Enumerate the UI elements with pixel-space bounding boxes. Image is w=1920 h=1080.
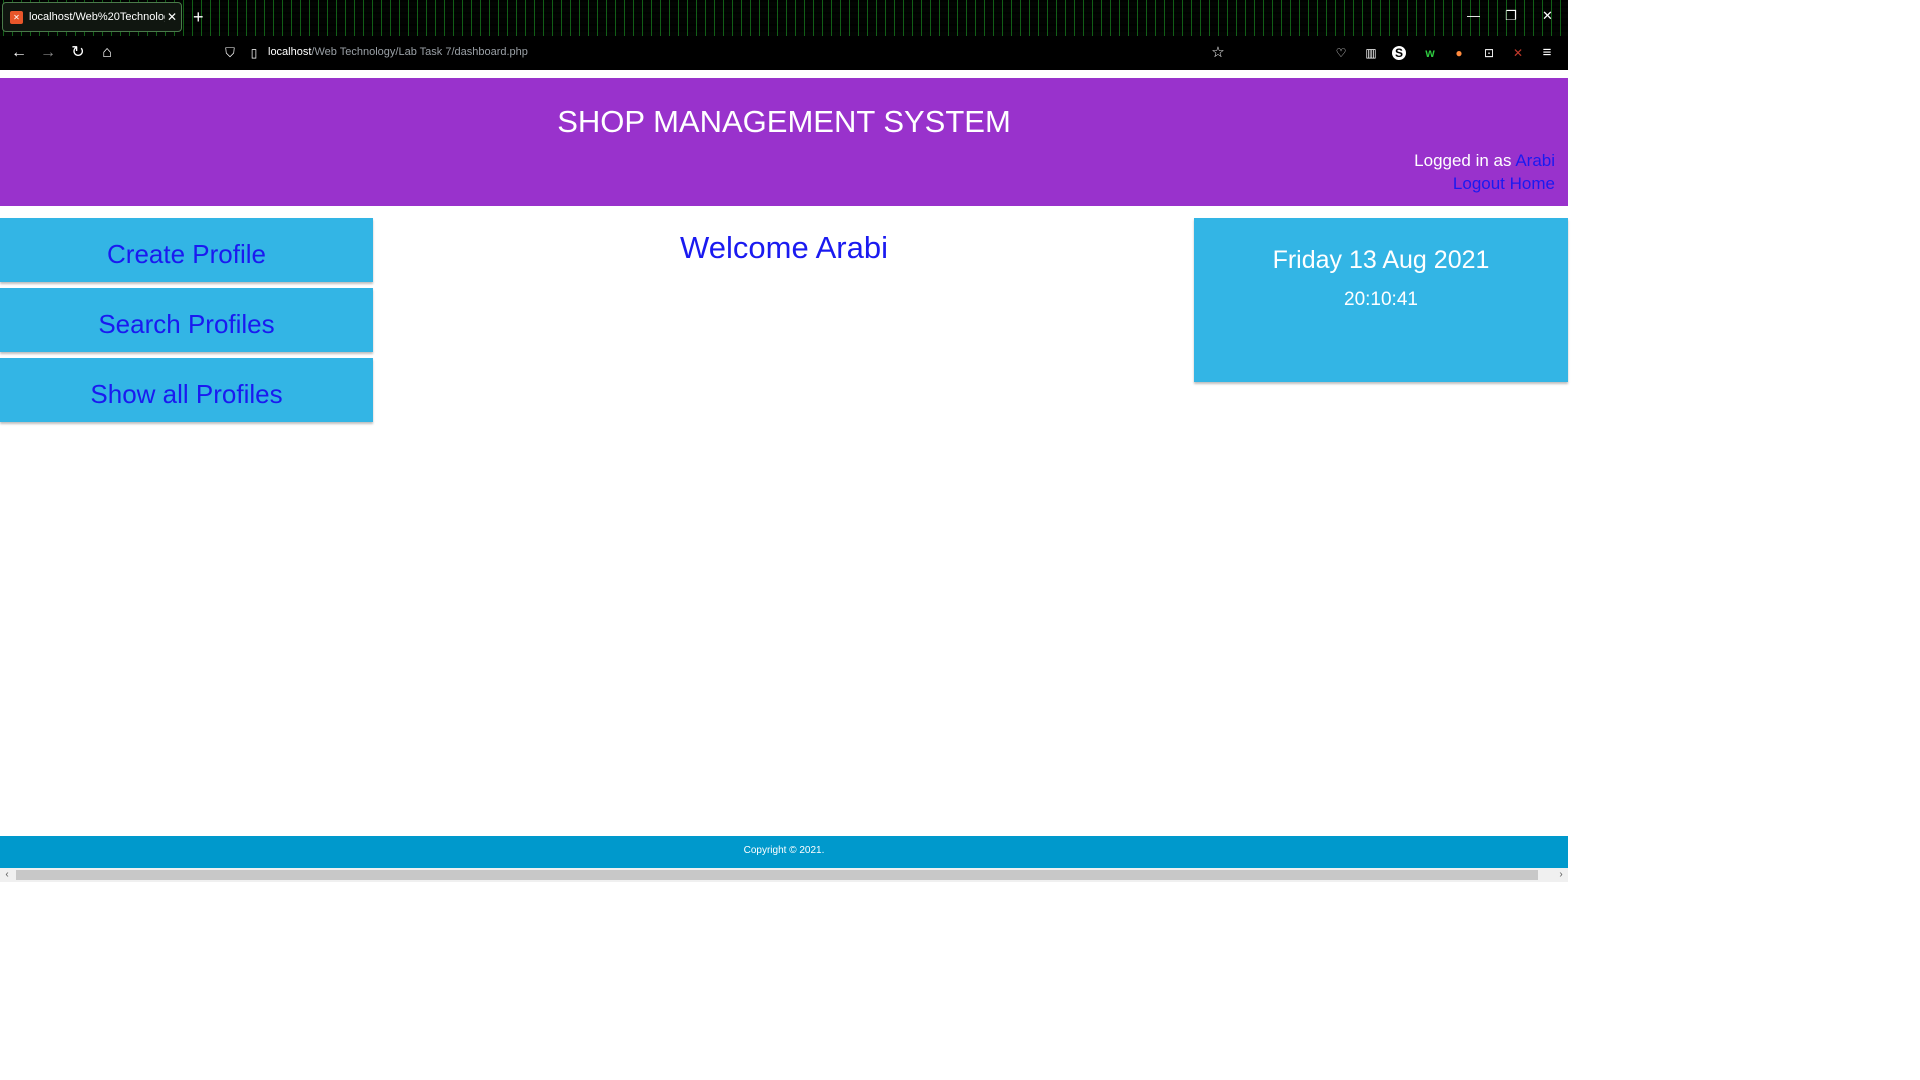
reader-view-icon[interactable]: ▥ [1362, 44, 1380, 62]
header-links: Logout Home [1414, 172, 1555, 195]
browser-tab[interactable]: ✕ localhost/Web%20Technology/Lab ✕ [2, 2, 182, 32]
login-info: Logged in as Arabi Logout Home [1414, 149, 1555, 195]
new-tab-icon[interactable]: + [193, 6, 204, 28]
horizontal-scrollbar[interactable]: ‹ › [0, 868, 1568, 882]
search-profiles-button[interactable]: Search Profiles [0, 288, 373, 352]
welcome-heading: Welcome Arabi [680, 230, 888, 265]
forward-icon[interactable]: → [38, 43, 58, 63]
address-bar[interactable]: ⛉ ▯ localhost/Web Technology/Lab Task 7/… [214, 40, 1244, 66]
site-header: SHOP MANAGEMENT SYSTEM Logged in as Arab… [0, 78, 1568, 206]
clock-date: Friday 13 Aug 2021 [1272, 246, 1490, 274]
url-host: localhost [268, 46, 312, 58]
create-profile-button[interactable]: Create Profile [0, 218, 373, 282]
show-all-profiles-button[interactable]: Show all Profiles [0, 358, 373, 422]
page-icon: ▯ [250, 46, 258, 60]
browser-toolbar: ← → ↻ ⌂ ⛉ ▯ localhost/Web Technology/Lab… [0, 36, 1568, 70]
clock-panel: Friday 13 Aug 2021 20:10:41 [1194, 218, 1568, 382]
logout-link[interactable]: Logout [1453, 174, 1505, 193]
home-icon[interactable]: ⌂ [97, 43, 117, 63]
shield-icon[interactable]: ⛉ [220, 43, 240, 63]
username-link[interactable]: Arabi [1515, 151, 1555, 170]
logged-in-line: Logged in as Arabi [1414, 149, 1555, 172]
xampp-icon: ✕ [10, 10, 23, 24]
pocket-icon[interactable]: ♡ [1332, 44, 1350, 62]
copyright-text: Copyright © 2021. [743, 845, 825, 856]
back-icon[interactable]: ← [9, 43, 29, 63]
chrome-gap [0, 70, 1568, 78]
menu-icon[interactable]: ≡ [1538, 44, 1556, 62]
extension-w-icon[interactable]: w [1421, 44, 1439, 62]
scrollbar-thumb[interactable] [16, 870, 1538, 880]
close-window-icon[interactable]: ✕ [1542, 8, 1553, 24]
url-path: /Web Technology/Lab Task 7/dashboard.php [311, 46, 528, 58]
scroll-right-icon[interactable]: › [1554, 868, 1568, 882]
extension-tool-icon[interactable]: ✕ [1509, 44, 1527, 62]
logged-in-label: Logged in as [1414, 151, 1516, 170]
scroll-left-icon[interactable]: ‹ [0, 868, 14, 882]
close-tab-icon[interactable]: ✕ [167, 10, 177, 24]
extension-oo-icon[interactable]: ⊡ [1480, 44, 1498, 62]
clock-time: 20:10:41 [1344, 289, 1418, 310]
browser-tab-strip: ✕ localhost/Web%20Technology/Lab ✕ + — ❐… [0, 0, 1568, 36]
reload-icon[interactable]: ↻ [68, 43, 88, 63]
home-link[interactable]: Home [1510, 174, 1555, 193]
firefox-extension-icon[interactable]: ● [1450, 44, 1468, 62]
extension-s-icon[interactable]: S [1392, 46, 1406, 60]
url-text: localhost/Web Technology/Lab Task 7/dash… [268, 46, 528, 58]
page-title: SHOP MANAGEMENT SYSTEM [557, 104, 1011, 139]
tab-title: localhost/Web%20Technology/Lab [29, 11, 165, 23]
minimize-icon[interactable]: — [1467, 8, 1480, 23]
site-footer: Copyright © 2021. [0, 836, 1568, 868]
bookmark-star-icon[interactable]: ☆ [1208, 43, 1228, 63]
restore-icon[interactable]: ❐ [1505, 8, 1517, 24]
